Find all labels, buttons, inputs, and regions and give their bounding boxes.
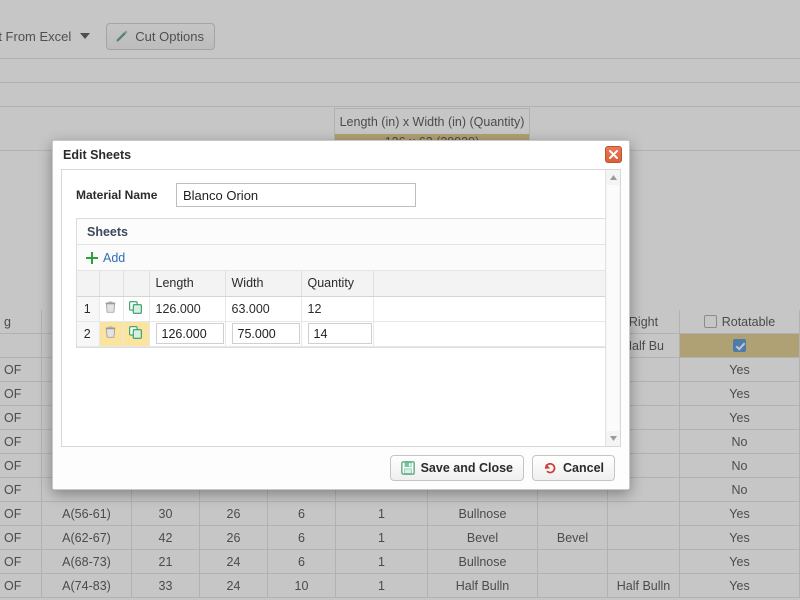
dialog-footer: Save and Close Cancel xyxy=(53,447,629,489)
dialog-scrollbar[interactable] xyxy=(605,170,620,446)
trash-icon[interactable] xyxy=(99,321,124,347)
col-quantity[interactable]: Quantity xyxy=(301,271,374,297)
dialog-body: Material Name Sheets Add xyxy=(61,169,621,447)
width-cell[interactable]: 63.000 xyxy=(225,296,302,322)
save-and-close-label: Save and Close xyxy=(420,461,513,475)
add-sheet-button[interactable]: Add xyxy=(103,251,125,265)
sheets-grid-header-row: Length Width Quantity xyxy=(77,271,605,297)
sheets-grid-body: 1 126.000 63.000 12 2 xyxy=(77,296,605,347)
trash-icon[interactable] xyxy=(99,296,124,322)
col-filler xyxy=(373,271,605,297)
copy-icon[interactable] xyxy=(123,296,150,322)
col-length[interactable]: Length xyxy=(149,271,226,297)
save-and-close-button[interactable]: Save and Close xyxy=(389,455,524,481)
close-x-icon xyxy=(609,150,618,159)
save-disk-icon xyxy=(400,461,415,475)
caret-down-icon[interactable] xyxy=(606,431,620,446)
sheets-grid-row[interactable]: 1 126.000 63.000 12 xyxy=(77,296,605,322)
undo-arrow-icon xyxy=(543,461,557,475)
sheets-grid-row[interactable]: 2 xyxy=(77,321,605,347)
quantity-cell[interactable]: 12 xyxy=(301,296,374,322)
material-name-row: Material Name xyxy=(76,182,606,208)
dialog-title: Edit Sheets xyxy=(63,148,132,162)
width-cell[interactable] xyxy=(225,321,302,347)
col-index xyxy=(77,271,100,297)
filler-cell xyxy=(373,321,605,347)
edit-sheets-dialog: Edit Sheets Material Name Sheets xyxy=(52,140,630,490)
dialog-header: Edit Sheets xyxy=(53,141,629,169)
caret-up-icon[interactable] xyxy=(606,170,620,185)
cancel-label: Cancel xyxy=(563,461,604,475)
width-input[interactable] xyxy=(231,323,300,344)
col-delete xyxy=(99,271,124,297)
col-width[interactable]: Width xyxy=(225,271,302,297)
close-icon[interactable] xyxy=(605,146,622,163)
scrollbar-track[interactable] xyxy=(607,185,619,431)
col-copy xyxy=(123,271,150,297)
sheets-grid: Length Width Quantity 1 126.000 63.000 12 2 xyxy=(77,271,605,347)
sheets-panel-title: Sheets xyxy=(77,219,605,245)
copy-icon[interactable] xyxy=(123,321,150,347)
length-cell[interactable] xyxy=(149,321,226,347)
sheets-panel: Sheets Add Length Width Quantity 1 126.0… xyxy=(76,218,606,348)
quantity-cell[interactable] xyxy=(301,321,374,347)
row-index-cell: 2 xyxy=(77,321,100,347)
quantity-input[interactable] xyxy=(307,323,372,344)
length-input[interactable] xyxy=(155,323,224,344)
sheets-toolbar: Add xyxy=(77,245,605,271)
material-name-input[interactable] xyxy=(176,183,416,207)
material-name-label: Material Name xyxy=(76,188,158,202)
row-index-cell: 1 xyxy=(77,296,100,322)
length-cell[interactable]: 126.000 xyxy=(149,296,226,322)
cancel-button[interactable]: Cancel xyxy=(532,455,615,481)
plus-icon xyxy=(86,251,98,264)
filler-cell xyxy=(373,296,605,322)
